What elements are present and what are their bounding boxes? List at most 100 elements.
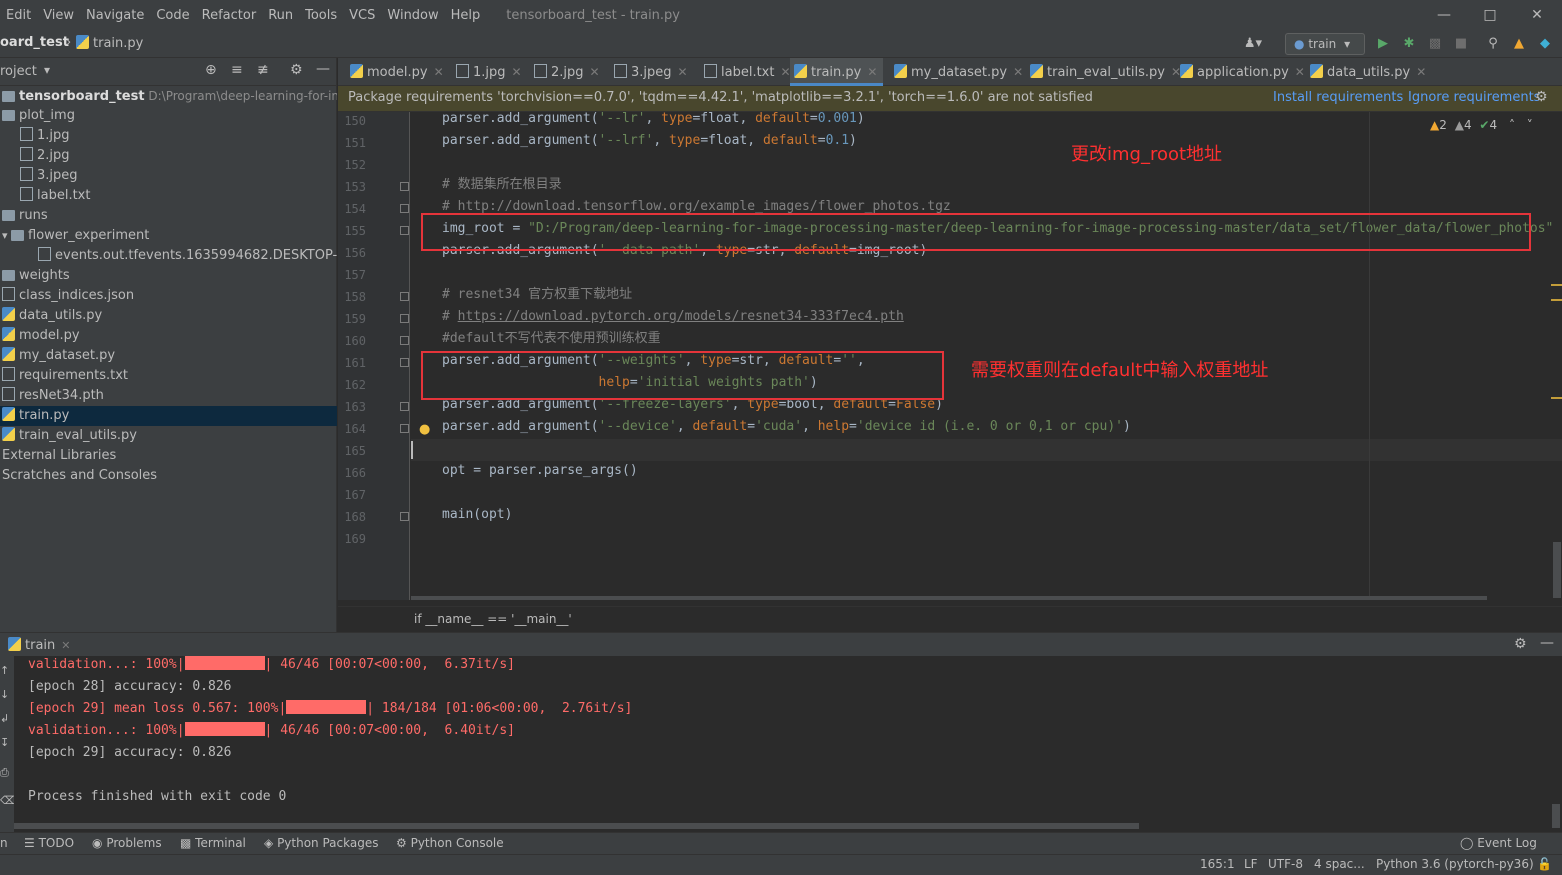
close-tab-icon[interactable]: ✕ (1295, 65, 1305, 79)
maximize-icon[interactable]: □ (1480, 5, 1500, 25)
vertical-scrollbar[interactable] (1553, 542, 1561, 598)
horizontal-scrollbar[interactable] (411, 596, 1487, 600)
tree-item[interactable]: runs (0, 206, 337, 226)
nav-file[interactable]: train.py (76, 35, 143, 51)
menu-item-vcs[interactable]: VCS (343, 8, 381, 23)
tree-item[interactable]: weights (0, 266, 337, 286)
code-editor[interactable]: parser.add_argument('--lr', type=float, … (411, 112, 1562, 600)
menu-item-navigate[interactable]: Navigate (80, 8, 150, 23)
run-tab[interactable]: train ✕ (8, 637, 70, 653)
close-tab-icon[interactable]: ✕ (1416, 65, 1426, 79)
vertical-scrollbar[interactable] (1552, 804, 1560, 828)
tree-item[interactable]: plot_img (0, 106, 337, 126)
close-tab-icon[interactable]: ✕ (434, 65, 444, 79)
tab-label-txt[interactable]: label.txt ✕ (700, 58, 797, 86)
lightbulb-icon[interactable]: ● (419, 422, 430, 437)
tree-item[interactable]: class_indices.json (0, 286, 337, 306)
tool-window-todo[interactable]: ☰ TODO (24, 836, 74, 850)
menu-item-view[interactable]: View (37, 8, 80, 23)
tab-my_dataset-py[interactable]: my_dataset.py ✕ (890, 58, 1029, 86)
menu-item-tools[interactable]: Tools (299, 8, 343, 23)
close-tab-icon[interactable]: ✕ (1013, 65, 1023, 79)
close-tab-icon[interactable]: ✕ (678, 65, 688, 79)
gear-icon[interactable]: ⚙ (290, 62, 303, 78)
warning-stripe[interactable] (1551, 299, 1562, 301)
tree-item[interactable]: model.py (0, 326, 337, 346)
tab-2-jpg[interactable]: 2.jpg ✕ (530, 58, 606, 86)
menu-item-code[interactable]: Code (150, 8, 195, 23)
tab-application-py[interactable]: application.py ✕ (1176, 58, 1311, 86)
tree-item[interactable]: External Libraries (0, 446, 337, 466)
menu-item-help[interactable]: Help (445, 8, 487, 23)
fold-icon[interactable] (400, 358, 409, 367)
fold-icon[interactable] (400, 182, 409, 191)
python-interpreter[interactable]: Python 3.6 (pytorch-py36) (1376, 857, 1534, 871)
tab-1-jpg[interactable]: 1.jpg ✕ (452, 58, 528, 86)
fold-icon[interactable] (400, 336, 409, 345)
fold-icon[interactable] (400, 402, 409, 411)
fold-icon[interactable] (400, 226, 409, 235)
tree-item[interactable]: train.py (0, 406, 337, 426)
jetbrains-icon[interactable]: ◆ (1536, 35, 1554, 53)
coverage-icon[interactable]: ▩ (1426, 35, 1444, 53)
gear-icon[interactable]: ⚙ (1535, 89, 1548, 105)
indent-setting[interactable]: 4 spac... (1314, 857, 1365, 871)
hide-panel-icon[interactable]: — (316, 61, 330, 77)
tree-item[interactable]: label.txt (0, 186, 337, 206)
tree-item[interactable]: tensorboard_test D:\Program\deep-learnin… (0, 86, 337, 106)
tree-item[interactable]: requirements.txt (0, 366, 337, 386)
menu-item-refactor[interactable]: Refactor (196, 8, 263, 23)
run-configuration-select[interactable]: ● train ▾ (1285, 33, 1365, 55)
tab-train-py[interactable]: train.py ✕ (790, 58, 884, 86)
inspection-widget[interactable]: ▲2 ▲4 ✔4 ˄ ˅ (1430, 118, 1533, 132)
tab-data_utils-py[interactable]: data_utils.py ✕ (1306, 58, 1432, 86)
run-console-output[interactable]: validation...: 100%| | 46/46 [00:07<00:00… (14, 656, 1562, 832)
chevron-down-icon[interactable]: ▾ (44, 63, 50, 77)
print-icon[interactable]: ⎙ (0, 766, 9, 780)
tree-item[interactable]: data_utils.py (0, 306, 337, 326)
fold-icon[interactable] (400, 512, 409, 521)
close-tab-icon[interactable]: ✕ (590, 65, 600, 79)
chevron-up-icon[interactable]: ˄ (1509, 118, 1515, 132)
warning-stripe[interactable] (1551, 397, 1562, 399)
tree-item[interactable]: 3.jpeg (0, 166, 337, 186)
tree-item[interactable]: ▾ flower_experiment (0, 226, 337, 246)
fold-icon[interactable] (400, 204, 409, 213)
close-tab-icon[interactable]: ✕ (512, 65, 522, 79)
minimize-icon[interactable]: — (1434, 5, 1454, 25)
fold-icon[interactable] (400, 314, 409, 323)
tab-3-jpeg[interactable]: 3.jpeg ✕ (610, 58, 694, 86)
tree-item[interactable]: train_eval_utils.py (0, 426, 337, 446)
arrow-down-icon[interactable]: ↓ (0, 688, 9, 701)
tree-item[interactable]: my_dataset.py (0, 346, 337, 366)
update-icon[interactable]: ▲ (1510, 35, 1528, 53)
warning-stripe[interactable] (1551, 284, 1562, 286)
tab-model-py[interactable]: model.py ✕ (346, 58, 450, 86)
ignore-requirements-link[interactable]: Ignore requirements (1408, 90, 1540, 105)
tree-item[interactable]: events.out.tfevents.1635994682.DESKTOP-I… (0, 246, 337, 266)
close-tab-icon[interactable]: ✕ (867, 65, 877, 79)
menu-item-window[interactable]: Window (381, 8, 444, 23)
tab-train_eval_utils-py[interactable]: train_eval_utils.py ✕ (1026, 58, 1187, 86)
file-encoding[interactable]: UTF-8 (1268, 857, 1303, 871)
scroll-to-end-icon[interactable]: ↧ (0, 736, 9, 749)
tree-item[interactable]: 1.jpg (0, 126, 337, 146)
arrow-up-icon[interactable]: ↑ (0, 664, 9, 677)
stop-icon[interactable]: ■ (1452, 35, 1470, 53)
horizontal-scrollbar[interactable] (14, 823, 1139, 829)
fold-icon[interactable] (400, 292, 409, 301)
tool-window-problems[interactable]: ◉ Problems (92, 836, 162, 850)
tool-window-python-console[interactable]: ⚙ Python Console (396, 836, 504, 850)
run-icon[interactable]: ▶ (1374, 35, 1392, 53)
tree-item[interactable]: 2.jpg (0, 146, 337, 166)
chevron-down-icon[interactable]: ▾ (2, 229, 11, 242)
locate-icon[interactable]: ⊕ (205, 62, 217, 78)
expand-all-icon[interactable]: ≡ (231, 62, 243, 78)
install-requirements-link[interactable]: Install requirements (1273, 90, 1403, 105)
fold-icon[interactable] (400, 424, 409, 433)
project-panel-title[interactable]: roject (0, 64, 37, 79)
tool-window-event-log[interactable]: ◯ Event Log (1460, 836, 1537, 850)
line-separator[interactable]: LF (1244, 857, 1258, 871)
tree-item[interactable]: Scratches and Consoles (0, 466, 337, 486)
breadcrumb[interactable]: if __name__ == '__main__' (414, 612, 572, 626)
